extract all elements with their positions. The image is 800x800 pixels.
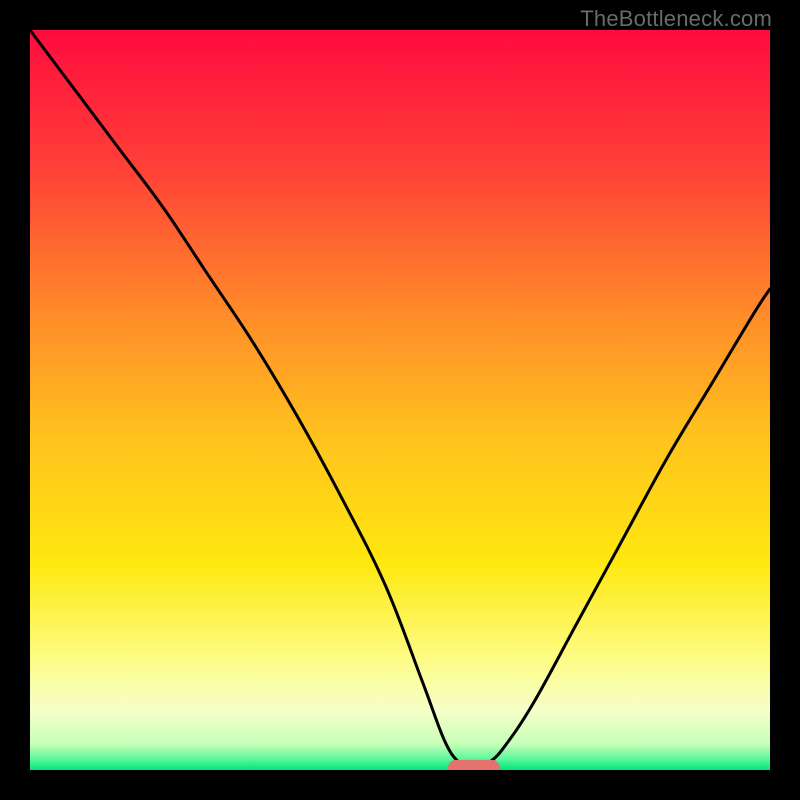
bottleneck-chart	[30, 30, 770, 770]
plot-area	[30, 30, 770, 770]
watermark-text: TheBottleneck.com	[580, 6, 772, 32]
chart-background	[30, 30, 770, 770]
optimal-marker	[448, 760, 500, 770]
chart-frame: TheBottleneck.com	[0, 0, 800, 800]
